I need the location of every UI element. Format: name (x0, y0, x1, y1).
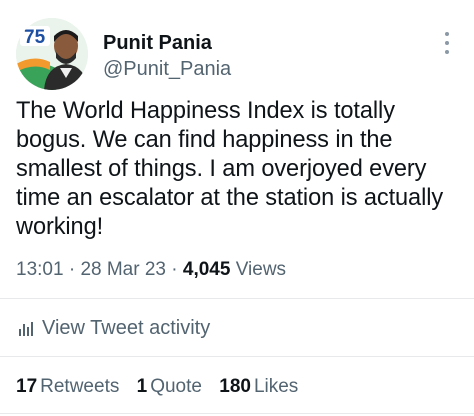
activity-label: View Tweet activity (42, 317, 211, 339)
quotes-count: 1 (136, 376, 148, 397)
author-handle[interactable]: @Punit_Pania (103, 57, 231, 81)
retweets-stat[interactable]: 17 Retweets (16, 376, 119, 397)
likes-count: 180 (219, 376, 251, 397)
tweet-text: The World Happiness Index is totally bog… (16, 98, 444, 240)
quotes-label: Quote (150, 376, 202, 397)
more-options-icon[interactable] (444, 32, 450, 54)
meta-separator: · (68, 259, 76, 280)
likes-stat[interactable]: 180 Likes (219, 376, 298, 397)
views-label: Views (235, 259, 287, 280)
tweet-meta: 13:01 · 28 Mar 23 · 4,045 Views (16, 259, 286, 281)
view-tweet-activity-link[interactable]: View Tweet activity (18, 317, 210, 340)
meta-separator: · (171, 259, 178, 280)
avatar-badge-text: 75 (24, 27, 46, 48)
tweet-time[interactable]: 13:01 (16, 259, 64, 280)
quotes-stat[interactable]: 1 Quote (137, 376, 202, 397)
tweet-date[interactable]: 28 Mar 23 (80, 259, 166, 280)
retweets-label: Retweets (40, 376, 120, 397)
engagement-stats: 17 Retweets 1 Quote 180 Likes (16, 376, 310, 398)
divider (0, 298, 474, 299)
retweets-count: 17 (16, 376, 38, 397)
views-count: 4,045 (182, 259, 231, 280)
divider (0, 356, 474, 357)
avatar-image: 75 (16, 18, 88, 90)
bar-chart-icon (19, 321, 33, 336)
likes-label: Likes (253, 376, 299, 397)
avatar[interactable]: 75 (16, 18, 88, 90)
author-display-name[interactable]: Punit Pania (103, 31, 231, 55)
author-info: Punit Pania @Punit_Pania (103, 31, 231, 81)
tweet-header: 75 Punit Pania @Punit_Pania (16, 18, 458, 90)
divider (0, 413, 474, 414)
